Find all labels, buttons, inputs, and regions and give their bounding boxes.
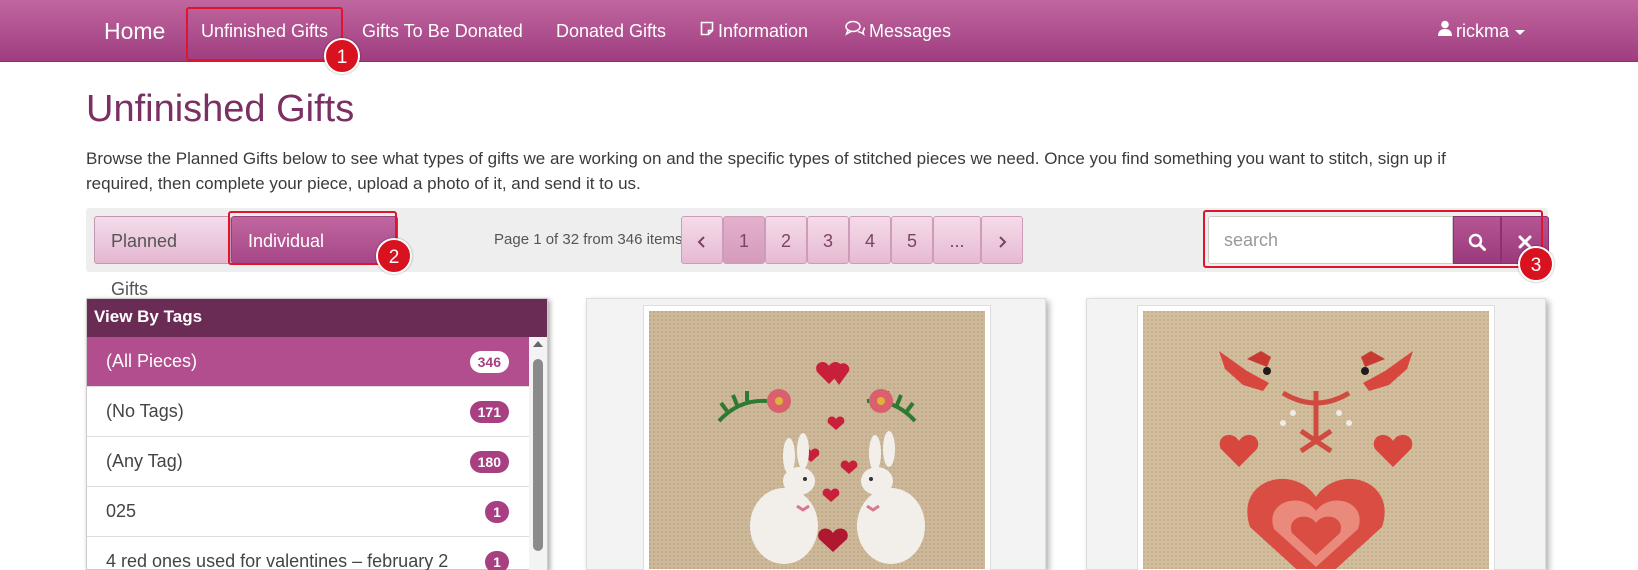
annotation-badge-1: 1 xyxy=(324,38,360,74)
tag-count-badge: 346 xyxy=(469,351,509,373)
birds-heart-cross-stitch-image xyxy=(1143,311,1489,569)
user-icon xyxy=(1438,0,1452,61)
tag-count-badge: 180 xyxy=(469,451,509,473)
tag-item-red-valentines[interactable]: 4 red ones used for valentines – februar… xyxy=(87,537,529,570)
planned-gifts-button[interactable]: Planned Gifts xyxy=(94,216,231,299)
scrollbar-thumb[interactable] xyxy=(533,359,543,551)
chevron-left-icon xyxy=(697,236,705,248)
chevron-right-icon xyxy=(999,236,1007,248)
tag-label: (No Tags) xyxy=(106,401,184,421)
highlight-box-3 xyxy=(1203,210,1543,268)
user-name: rickma xyxy=(1456,21,1509,41)
tag-count-badge: 171 xyxy=(469,401,509,423)
pagination-ellipsis[interactable]: ... xyxy=(933,216,981,264)
caret-down-icon xyxy=(1515,29,1525,35)
tags-list: (All Pieces) 346 (No Tags) 171 (Any Tag)… xyxy=(87,337,529,570)
nav-donated-gifts-link[interactable]: Donated Gifts xyxy=(556,0,666,62)
nav-messages-link[interactable]: Messages xyxy=(845,0,951,62)
page-intro: Browse the Planned Gifts below to see wh… xyxy=(86,149,1446,193)
pagination-page-4[interactable]: 4 xyxy=(849,216,891,264)
tags-scrollbar[interactable] xyxy=(529,337,547,570)
nav-information-label: Information xyxy=(718,21,809,41)
tag-label: 025 xyxy=(106,501,137,521)
nav-home-link[interactable]: Home xyxy=(104,0,165,62)
note-icon xyxy=(700,0,714,61)
tag-count-badge: 1 xyxy=(485,501,509,523)
chat-bubbles-icon xyxy=(845,0,866,61)
pagination-page-1[interactable]: 1 xyxy=(723,216,765,264)
annotation-badge-2: 2 xyxy=(376,238,412,274)
pagination-page-5[interactable]: 5 xyxy=(891,216,933,264)
tag-label: (Any Tag) xyxy=(106,451,183,471)
tag-item-all-pieces[interactable]: (All Pieces) 346 xyxy=(87,337,529,387)
pagination-page-2[interactable]: 2 xyxy=(765,216,807,264)
tags-panel: View By Tags (All Pieces) 346 (No Tags) … xyxy=(86,298,548,570)
tag-label: (All Pieces) xyxy=(106,351,198,371)
tag-item-any-tag[interactable]: (Any Tag) 180 xyxy=(87,437,529,487)
piece-card[interactable] xyxy=(586,298,1046,570)
tag-item-025[interactable]: 025 1 xyxy=(87,487,529,537)
tag-label: 4 red ones used for valentines – februar… xyxy=(106,551,449,570)
tag-item-no-tags[interactable]: (No Tags) 171 xyxy=(87,387,529,437)
highlight-box-1 xyxy=(186,7,343,61)
nav-messages-label: Messages xyxy=(869,21,952,41)
tags-panel-header: View By Tags xyxy=(87,299,547,337)
tag-count-badge: 1 xyxy=(485,551,509,570)
highlight-box-2 xyxy=(228,211,397,265)
nav-information-link[interactable]: Information xyxy=(700,0,808,62)
scroll-up-arrow-icon[interactable] xyxy=(533,341,543,347)
pagination-next-button[interactable] xyxy=(981,216,1023,264)
page-title: Unfinished Gifts xyxy=(86,88,355,130)
piece-card[interactable] xyxy=(1086,298,1546,570)
piece-photo[interactable] xyxy=(1137,305,1495,570)
page-info: Page 1 of 32 from 346 items xyxy=(494,231,683,248)
annotation-badge-3: 3 xyxy=(1518,246,1554,282)
piece-photo[interactable] xyxy=(643,305,991,570)
bunnies-cross-stitch-image xyxy=(649,311,985,569)
user-menu-dropdown[interactable]: rickma xyxy=(1438,0,1525,62)
nav-gifts-to-be-donated-link[interactable]: Gifts To Be Donated xyxy=(362,0,523,62)
pagination-prev-button[interactable] xyxy=(681,216,723,264)
pagination-page-3[interactable]: 3 xyxy=(807,216,849,264)
